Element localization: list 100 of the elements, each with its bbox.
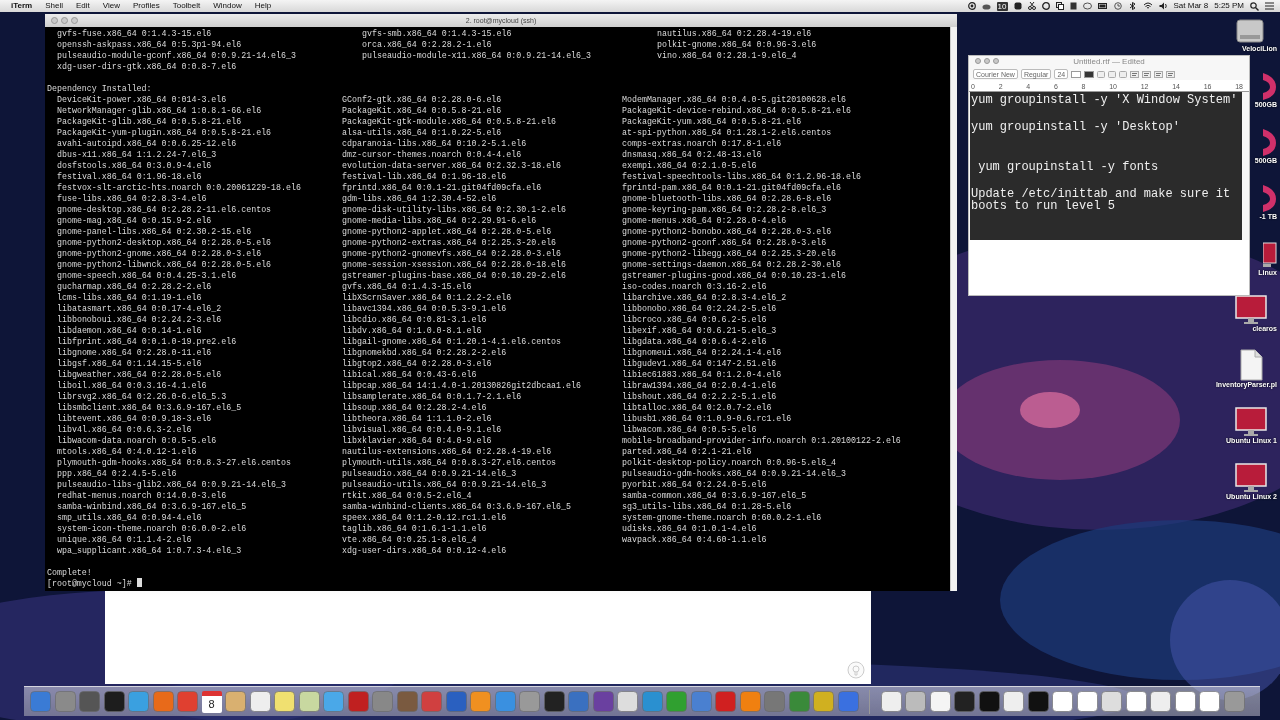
package-line: polkit-gnome.x86_64 0:0.96-3.el6	[657, 39, 817, 50]
window-zoom-button[interactable]	[71, 17, 78, 24]
package-line: PackageKit-gtk-module.x86_64 0:0.5.8-21.el6	[342, 116, 557, 127]
menu-item[interactable]: Toolbelt	[172, 0, 201, 12]
window-minimize-button[interactable]	[61, 17, 68, 24]
window-close-button[interactable]	[975, 58, 981, 64]
app-icon[interactable]	[542, 690, 566, 713]
package-line: evolution-data-server.x86_64 0:2.32.3-18.el6	[342, 160, 562, 171]
app-icon[interactable]	[273, 690, 296, 713]
package-line: exempi.x86_64 0:2.1.0-5.el6	[622, 160, 757, 171]
scroll-bar[interactable]	[950, 27, 957, 591]
app-icon[interactable]	[1173, 690, 1197, 713]
app-icon[interactable]	[1100, 690, 1123, 713]
package-line: orca.x86_64 0:2.28.2-1.el6	[362, 39, 492, 50]
underline-button[interactable]	[1119, 70, 1128, 78]
package-line: wavpack.x86_64 0:4.60-1.1.el6	[622, 534, 767, 545]
package-line: gnome-media-libs.x86_64 0:2.29.91-6.el6	[342, 215, 537, 226]
package-line: libusb1.x86_64 0:1.0.9-0.6.rc1.el6	[622, 413, 792, 424]
cloud-icon[interactable]	[981, 2, 991, 10]
app-icon[interactable]	[616, 690, 639, 713]
menu-date[interactable]: Sat Mar 8	[1173, 0, 1209, 12]
bold-button[interactable]	[1097, 70, 1106, 78]
monitor-icon	[1234, 463, 1268, 493]
menu-item[interactable]: Window	[213, 0, 242, 12]
package-line: gnome-python2-gnome.x86_64 0:2.28.0-3.el6	[57, 248, 262, 259]
package-line: lcms-libs.x86_64 0:1.19-1.el6	[57, 292, 202, 303]
wifi-icon[interactable]	[1142, 2, 1153, 10]
app-icon[interactable]	[977, 690, 1001, 713]
menu-item[interactable]: Shell	[45, 0, 63, 12]
record-icon[interactable]	[967, 2, 976, 10]
window-close-button[interactable]	[51, 17, 58, 24]
badge-icon[interactable]: 10	[996, 1, 1008, 11]
list-icon[interactable]	[1265, 2, 1274, 10]
package-line: xdg-user-dirs-gtk.x86_64 0:0.8-7.el6	[57, 61, 237, 72]
align-left-icon[interactable]	[1130, 70, 1140, 78]
document-line: Update /etc/inittab and make sure it boots to run level 5	[971, 188, 1232, 212]
app-icon[interactable]	[1051, 690, 1074, 713]
package-line: libsmbclient.x86_64 0:3.6.9-167.el6_5	[57, 402, 242, 413]
package-line: plymouth-utils.x86_64 0:0.8.3-27.el6.centos	[342, 457, 557, 468]
menu-item[interactable]: View	[102, 0, 120, 12]
document-line: yum groupinstall -y fonts	[977, 161, 1160, 173]
speaker-icon[interactable]	[1158, 2, 1168, 10]
color-swatch-icon[interactable]	[1071, 70, 1082, 78]
app-icon[interactable]	[297, 690, 321, 713]
window-minimize-button[interactable]	[984, 58, 990, 64]
package-line: vino.x86_64 0:2.28.1-9.el6_4	[657, 50, 797, 61]
align-center-icon[interactable]	[1142, 70, 1152, 78]
document-icon[interactable]	[1069, 2, 1077, 10]
app-icon[interactable]	[928, 690, 952, 713]
menu-time[interactable]: 5:25 PM	[1214, 0, 1244, 12]
app-icon[interactable]	[1124, 690, 1148, 713]
highlight-swatch-icon[interactable]	[1084, 70, 1095, 78]
app-icon[interactable]	[1002, 690, 1025, 713]
scissors-icon[interactable]	[1027, 2, 1036, 10]
package-line: libcdio.x86_64 0:0.81-3.1.el6	[342, 314, 487, 325]
lightbulb-icon[interactable]	[847, 661, 865, 679]
package-line: gnome-python2-libwnck.x86_64 0:2.28.0-5.el6	[57, 259, 272, 270]
app-icon[interactable]	[953, 690, 976, 713]
package-line: dnsmasq.x86_64 0:2.48-13.el6	[622, 149, 762, 160]
square-icon[interactable]	[1013, 2, 1022, 10]
package-line: dosfstools.x86_64 0:3.0.9-4.el6	[57, 160, 212, 171]
bluetooth-icon[interactable]	[1127, 2, 1137, 10]
window-zoom-button[interactable]	[993, 58, 999, 64]
circle-icon[interactable]	[1041, 2, 1050, 10]
package-line: openssh-askpass.x86_64 0:5.3p1-94.el6	[57, 39, 242, 50]
menu-item[interactable]: Help	[254, 0, 272, 12]
search-icon[interactable]	[1250, 1, 1259, 11]
align-right-icon[interactable]	[1154, 70, 1164, 78]
package-line: redhat-menus.noarch 0:14.0.0-3.el6	[57, 490, 227, 501]
document-line: yum groupinstall -y 'X Window System'	[971, 94, 1239, 106]
package-line: udisks.x86_64 0:1.0.1-4.el6	[622, 523, 757, 534]
app-icon[interactable]	[248, 690, 272, 713]
windows-icon[interactable]	[1055, 2, 1064, 10]
battery-icon[interactable]	[1097, 2, 1108, 10]
package-line: at-spi-python.x86_64 0:1.28.1-2.el6.centos	[622, 127, 832, 138]
app-icon[interactable]	[102, 690, 126, 713]
menu-item[interactable]: Profiles	[133, 0, 160, 12]
window-title: Untitled.rtf — Edited	[1073, 57, 1145, 66]
app-icon[interactable]	[1026, 690, 1050, 713]
clock-icon[interactable]	[1113, 2, 1122, 10]
app-icon[interactable]	[1198, 690, 1221, 713]
document-area[interactable]: yum groupinstall -y 'X Window System' yum groupinstall -y 'Desktop' yum groupinstall -y fonts Update /etc/inittab and make sure it boots to run level 5	[970, 92, 1242, 240]
package-line: system-gnome-theme.noarch 0:60.0.2-1.el6	[622, 512, 822, 523]
package-line: unique.x86_64 0:1.1.4-2.el6	[57, 534, 192, 545]
app-icon[interactable]	[1149, 690, 1172, 713]
package-line: gnome-python2-applet.x86_64 0:2.28.0-5.el6	[342, 226, 552, 237]
app-icon[interactable]	[879, 690, 903, 713]
package-line: libshout.x86_64 0:2.2.2-5.1.el6	[622, 391, 777, 402]
menu-item[interactable]: Edit	[76, 0, 90, 12]
package-line: gnome-session-xsession.x86_64 0:2.28.0-18.el6	[342, 259, 567, 270]
package-line: libtevent.x86_64 0:0.9.18-3.el6	[57, 413, 212, 424]
package-line: speex.x86_64 0:1.2-0.12.rc1.1.el6	[342, 512, 507, 523]
package-line: gnome-settings-daemon.x86_64 0:2.28.2-30.el6	[622, 259, 842, 270]
package-line: librsvg2.x86_64 0:2.26.0-6.el6_5.3	[57, 391, 227, 402]
bubble-icon[interactable]	[1082, 2, 1092, 10]
package-line: libwacom.x86_64 0:0.5-5.el6	[622, 424, 757, 435]
app-icon[interactable]	[1075, 690, 1099, 713]
justify-icon[interactable]	[1166, 70, 1176, 78]
app-menu[interactable]: iTerm	[11, 0, 33, 12]
italic-button[interactable]	[1108, 70, 1117, 78]
